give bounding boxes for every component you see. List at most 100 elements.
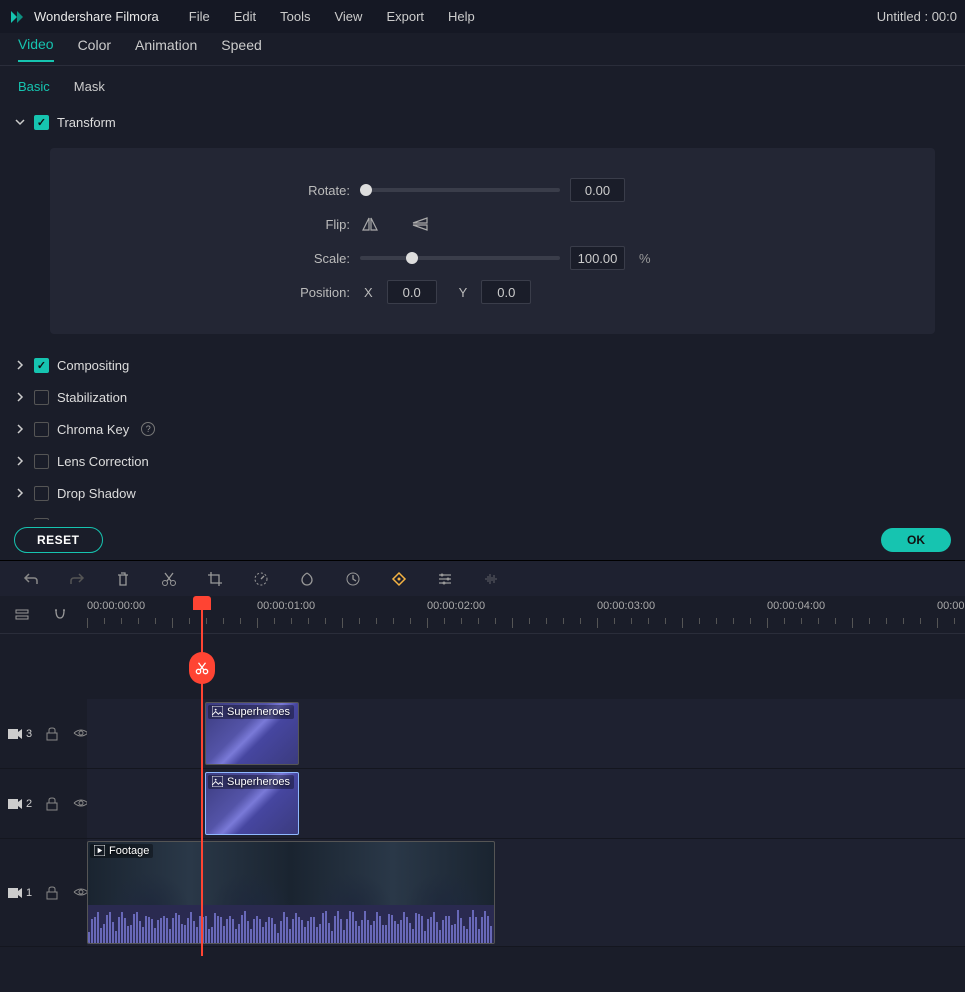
reset-button[interactable]: RESET	[14, 527, 103, 553]
chevron-right-icon[interactable]	[14, 391, 26, 403]
stabilization-label: Stabilization	[57, 390, 127, 405]
tab-speed[interactable]: Speed	[221, 37, 261, 61]
crop-icon[interactable]	[206, 570, 224, 588]
undo-icon[interactable]	[22, 570, 40, 588]
drop-label: Drop Shadow	[57, 486, 136, 501]
clip-label: Footage	[109, 845, 149, 857]
audio-icon[interactable]	[482, 570, 500, 588]
magnet-icon[interactable]	[52, 607, 68, 623]
chevron-down-icon[interactable]	[14, 116, 26, 128]
ok-button[interactable]: OK	[881, 528, 951, 552]
lock-icon[interactable]	[46, 797, 59, 811]
subtab-mask[interactable]: Mask	[74, 79, 105, 94]
section-chroma-key[interactable]: Chroma Key ?	[10, 413, 955, 445]
menu-file[interactable]: File	[189, 9, 210, 24]
tab-video[interactable]: Video	[18, 36, 54, 62]
section-transform[interactable]: Transform	[10, 106, 955, 138]
eye-icon[interactable]	[73, 727, 87, 741]
menu-view[interactable]: View	[334, 9, 362, 24]
chevron-right-icon[interactable]	[14, 487, 26, 499]
menu-export[interactable]: Export	[386, 9, 424, 24]
chevron-right-icon[interactable]	[14, 519, 26, 520]
color-icon[interactable]	[298, 570, 316, 588]
rotate-label: Rotate:	[80, 183, 350, 198]
keyframe-icon[interactable]	[390, 570, 408, 588]
menu-help[interactable]: Help	[448, 9, 475, 24]
track-head-3: 3	[0, 699, 87, 768]
track-manage-icon[interactable]	[14, 607, 30, 623]
compositing-checkbox[interactable]	[34, 358, 49, 373]
clip-footage[interactable]: Footage	[87, 841, 495, 944]
clip-superheroes-3[interactable]: Superheroes	[205, 702, 299, 765]
redo-icon[interactable]	[68, 570, 86, 588]
playhead[interactable]	[193, 596, 211, 610]
track-spacer	[0, 634, 965, 699]
track-2[interactable]: 2 Superheroes	[0, 769, 965, 839]
track-1[interactable]: 1 Footage	[0, 839, 965, 947]
timeline-ruler[interactable]: 00:00:00:00 00:00:01:00 00:00:02:00 00:0…	[87, 596, 965, 633]
scale-slider[interactable]	[360, 256, 560, 260]
clip-label: Superheroes	[227, 776, 290, 788]
speed-icon[interactable]	[252, 570, 270, 588]
pos-y-input[interactable]	[481, 280, 531, 304]
pos-x-input[interactable]	[387, 280, 437, 304]
ruler-tick: 00:00:01:00	[257, 600, 315, 612]
flip-vertical-icon[interactable]	[410, 214, 430, 234]
section-compositing[interactable]: Compositing	[10, 349, 955, 381]
lens-checkbox[interactable]	[34, 454, 49, 469]
delete-icon[interactable]	[114, 570, 132, 588]
clip-label: Superheroes	[227, 706, 290, 718]
stabilization-checkbox[interactable]	[34, 390, 49, 405]
chevron-right-icon[interactable]	[14, 455, 26, 467]
video-track-icon	[8, 729, 22, 739]
chroma-label: Chroma Key	[57, 422, 129, 437]
flip-label: Flip:	[80, 217, 350, 232]
lens-label: Lens Correction	[57, 454, 149, 469]
chevron-right-icon[interactable]	[14, 359, 26, 371]
auto-checkbox[interactable]	[34, 518, 49, 521]
adjust-icon[interactable]	[436, 570, 454, 588]
tab-color[interactable]: Color	[78, 37, 111, 61]
main-menu: File Edit Tools View Export Help	[189, 9, 475, 24]
transform-label: Transform	[57, 115, 116, 130]
properties-panel[interactable]: Transform Rotate: Flip: Scale: % Positio…	[0, 106, 965, 520]
eye-icon[interactable]	[73, 797, 87, 811]
video-track-icon	[8, 799, 22, 809]
flip-horizontal-icon[interactable]	[360, 214, 380, 234]
section-auto-enhance[interactable]: Auto enhance	[10, 509, 955, 520]
help-icon[interactable]: ?	[141, 422, 155, 436]
transform-checkbox[interactable]	[34, 115, 49, 130]
menu-edit[interactable]: Edit	[234, 9, 256, 24]
section-drop-shadow[interactable]: Drop Shadow	[10, 477, 955, 509]
action-bar: RESET OK	[0, 520, 965, 560]
subtab-basic[interactable]: Basic	[18, 79, 50, 94]
tab-animation[interactable]: Animation	[135, 37, 197, 61]
play-icon	[94, 845, 106, 857]
app-name: Wondershare Filmora	[34, 9, 159, 24]
clip-superheroes-2[interactable]: Superheroes	[205, 772, 299, 835]
drop-checkbox[interactable]	[34, 486, 49, 501]
rotate-slider[interactable]	[360, 188, 560, 192]
audio-waveform	[88, 905, 494, 943]
image-icon	[212, 706, 224, 718]
lock-icon[interactable]	[46, 886, 59, 900]
chroma-checkbox[interactable]	[34, 422, 49, 437]
track-3[interactable]: 3 Superheroes	[0, 699, 965, 769]
speed2-icon[interactable]	[344, 570, 362, 588]
timeline-toolbar	[0, 560, 965, 596]
chevron-right-icon[interactable]	[14, 423, 26, 435]
section-stabilization[interactable]: Stabilization	[10, 381, 955, 413]
scale-unit: %	[639, 251, 651, 266]
ruler-tick: 00:00:04:00	[767, 600, 825, 612]
section-lens-correction[interactable]: Lens Correction	[10, 445, 955, 477]
timeline[interactable]: 3 Superheroes 2 Superheroes 1	[0, 634, 965, 992]
rotate-input[interactable]	[570, 178, 625, 202]
scale-input[interactable]	[570, 246, 625, 270]
menu-tools[interactable]: Tools	[280, 9, 310, 24]
split-icon[interactable]	[160, 570, 178, 588]
track-number: 3	[26, 728, 32, 740]
titlebar: Wondershare Filmora File Edit Tools View…	[0, 0, 965, 33]
eye-icon[interactable]	[73, 886, 87, 900]
track-number: 2	[26, 798, 32, 810]
lock-icon[interactable]	[46, 727, 59, 741]
